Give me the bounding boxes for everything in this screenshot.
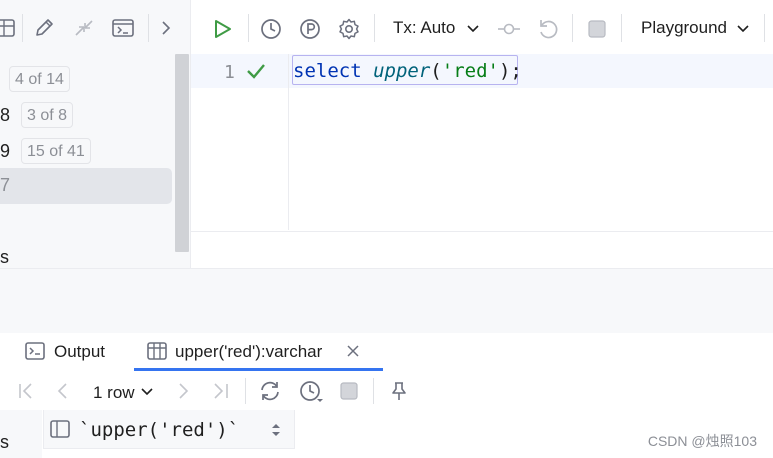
console-icon[interactable] — [111, 17, 135, 39]
toolbar-separator — [148, 14, 149, 42]
checkmark-icon — [245, 60, 267, 82]
run-icon[interactable] — [210, 17, 234, 41]
transaction-mode-dropdown[interactable]: Tx: Auto — [393, 18, 455, 38]
toolbar-separator — [22, 14, 23, 42]
truncated-label: s — [0, 432, 9, 452]
toolbar-separator — [373, 378, 374, 404]
code-paren: ( — [430, 60, 442, 82]
gutter-divider — [288, 54, 289, 230]
refresh-icon[interactable] — [258, 379, 282, 403]
next-page-icon[interactable] — [173, 380, 193, 402]
explorer-toolbar — [0, 0, 190, 54]
history-clock-icon[interactable] — [298, 379, 324, 405]
history-clock-icon[interactable] — [259, 17, 283, 41]
tab-result-upper[interactable]: upper('red'):varchar — [175, 342, 322, 362]
pin-icon[interactable] — [388, 380, 410, 402]
count-badge: 15 of 41 — [21, 138, 91, 164]
chevron-down-icon[interactable] — [139, 385, 155, 399]
toolbar-separator — [764, 14, 765, 42]
tab-output[interactable]: Output — [54, 342, 105, 362]
toolbar-separator — [621, 14, 622, 42]
first-page-icon[interactable] — [16, 380, 36, 402]
code-paren: ) — [498, 60, 511, 82]
toolbar-separator — [245, 378, 246, 404]
line-number: 1 — [224, 62, 235, 83]
column-icon — [49, 418, 71, 440]
results-toolbar: 1 row — [0, 372, 773, 410]
previous-page-icon[interactable] — [53, 380, 73, 402]
editor-toolbar: Tx: Auto Playground — [191, 0, 773, 54]
session-dropdown[interactable]: Playground — [641, 18, 727, 38]
jump-to-source-icon[interactable] — [72, 17, 96, 39]
toolbar-separator — [374, 14, 375, 42]
watermark: CSDN @烛照103 — [647, 433, 757, 449]
stop-icon[interactable] — [339, 381, 359, 401]
explain-plan-icon[interactable] — [298, 17, 322, 41]
row-count-dropdown[interactable]: 1 row — [93, 383, 135, 403]
commit-icon[interactable] — [496, 18, 522, 40]
column-title[interactable]: `upper('red')` — [79, 419, 239, 441]
toolbar-separator — [248, 14, 249, 42]
explorer-scrollbar[interactable] — [175, 54, 189, 252]
close-tab-icon[interactable] — [344, 342, 362, 360]
chevron-down-icon[interactable] — [465, 22, 481, 36]
sql-keyword: select — [293, 60, 362, 82]
truncated-label: s — [0, 247, 9, 267]
selected-tree-row[interactable] — [0, 168, 172, 204]
rollback-icon[interactable] — [536, 17, 560, 41]
row-number: 7 — [0, 175, 11, 195]
row-number: 8 — [0, 105, 11, 125]
table-icon[interactable] — [0, 18, 16, 38]
edit-pencil-icon[interactable] — [33, 17, 55, 39]
output-console-icon — [24, 340, 46, 362]
stop-icon[interactable] — [587, 19, 607, 39]
code-semicolon: ; — [510, 60, 522, 82]
table-icon — [146, 340, 168, 362]
sql-function: upper — [373, 60, 431, 82]
sort-icon[interactable] — [269, 421, 283, 439]
sql-string: 'red' — [441, 60, 499, 82]
chevron-down-icon[interactable] — [735, 22, 751, 36]
panel-splitter[interactable] — [0, 268, 773, 333]
chevron-right-icon[interactable] — [157, 19, 175, 37]
last-page-icon[interactable] — [210, 380, 232, 402]
settings-gear-icon[interactable] — [337, 17, 361, 41]
active-tab-indicator — [134, 368, 383, 371]
sql-editor[interactable]: select upper('red'); — [293, 60, 522, 82]
count-badge: 4 of 14 — [9, 66, 70, 92]
editor-divider — [191, 231, 773, 232]
toolbar-separator — [572, 14, 573, 42]
count-badge: 3 of 8 — [21, 102, 74, 128]
row-number: 9 — [0, 141, 11, 161]
results-tab-bar — [0, 332, 773, 372]
